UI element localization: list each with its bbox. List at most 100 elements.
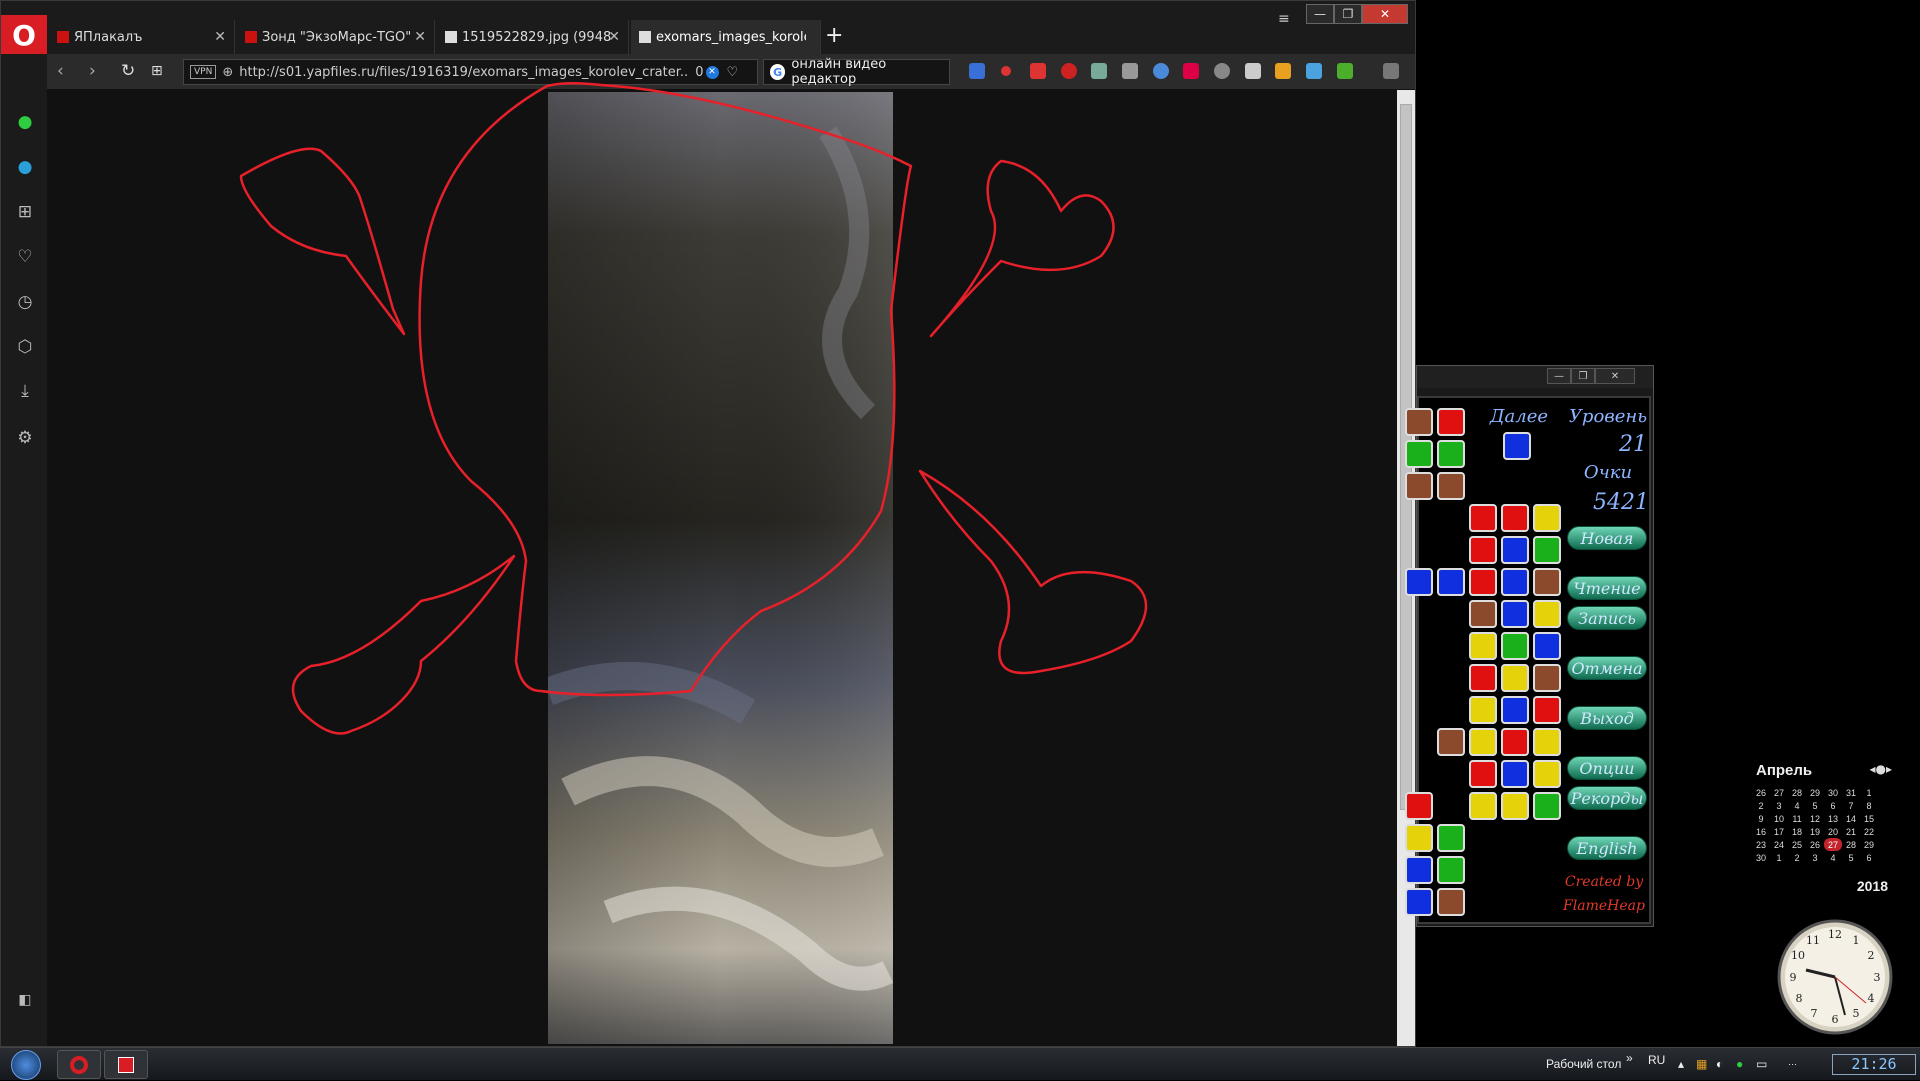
calendar-day[interactable]: 4 <box>1824 851 1842 864</box>
youtube-icon[interactable] <box>1030 63 1046 79</box>
calendar-day[interactable]: 26 <box>1752 786 1770 799</box>
search-field[interactable]: G онлайн видео редактор <box>763 57 950 87</box>
calendar-day[interactable]: 5 <box>1806 799 1824 812</box>
download-arrow-icon[interactable] <box>1122 63 1138 79</box>
telegram-icon[interactable]: ● <box>13 155 37 179</box>
calendar-day[interactable]: 31 <box>1842 786 1860 799</box>
heart-icon[interactable]: ♡ <box>727 65 739 80</box>
tray-whatsapp-icon[interactable]: ● <box>1736 1057 1743 1071</box>
tab-close-icon[interactable]: ✕ <box>414 29 426 45</box>
new-game-button[interactable]: Новая <box>1567 526 1647 550</box>
load-button[interactable]: Чтение <box>1567 576 1647 600</box>
calendar-day[interactable]: 28 <box>1788 786 1806 799</box>
english-button[interactable]: English <box>1567 836 1647 860</box>
calendar-day[interactable]: 18 <box>1788 825 1806 838</box>
tray-display-icon[interactable]: ▭ <box>1756 1057 1767 1071</box>
calendar-day[interactable]: 28 <box>1842 838 1860 851</box>
start-button[interactable] <box>6 1048 46 1081</box>
tab-exomars-images[interactable]: exomars_images_korolev_ <box>631 20 821 54</box>
calendar-day[interactable]: 8 <box>1860 799 1878 812</box>
tray-up-arrow-icon[interactable]: ▴ <box>1678 1057 1684 1071</box>
calendar-day[interactable]: 30 <box>1752 851 1770 864</box>
calendar-day[interactable]: 3 <box>1806 851 1824 864</box>
calendar-day[interactable]: 26 <box>1806 838 1824 851</box>
tray-network-icon[interactable]: ▦ <box>1696 1057 1707 1071</box>
translate-icon[interactable] <box>969 63 985 79</box>
tray-date-icon[interactable]: ⋯ <box>1788 1059 1797 1070</box>
forward-icon[interactable]: › <box>89 61 96 81</box>
calendar-day[interactable]: 21 <box>1842 825 1860 838</box>
calendar-day[interactable]: 24 <box>1770 838 1788 851</box>
pinwheel-icon[interactable] <box>1183 63 1199 79</box>
taskbar-clock[interactable]: 21:26 <box>1832 1054 1916 1075</box>
calendar-day[interactable]: 10 <box>1770 812 1788 825</box>
calendar-day[interactable]: 13 <box>1824 812 1842 825</box>
calendar-day[interactable]: 27 <box>1824 838 1842 851</box>
tab-close-icon[interactable]: ✕ <box>214 29 226 45</box>
calendar-day[interactable]: 7 <box>1842 799 1860 812</box>
calendar-day[interactable]: 19 <box>1806 825 1824 838</box>
calendar-day[interactable]: 1 <box>1770 851 1788 864</box>
settings-gear-icon[interactable]: ⚙ <box>13 426 37 450</box>
speed-dial-icon[interactable]: ⊞ <box>151 63 163 79</box>
calendar-day[interactable]: 22 <box>1860 825 1878 838</box>
new-tab-button[interactable]: + <box>825 23 843 48</box>
extensions-cube-icon[interactable]: ⬡ <box>13 335 37 359</box>
calendar-day[interactable]: 1 <box>1860 786 1878 799</box>
desktop-toolbar-label[interactable]: Рабочий стол <box>1546 1057 1621 1071</box>
calendar-day[interactable]: 20 <box>1824 825 1842 838</box>
flag-icon[interactable] <box>1275 63 1291 79</box>
green-download-icon[interactable] <box>1337 63 1353 79</box>
maximize-button[interactable]: ❐ <box>1334 4 1362 24</box>
calendar-day[interactable]: 6 <box>1860 851 1878 864</box>
screenshot-icon[interactable] <box>1091 63 1107 79</box>
tab-close-icon[interactable]: ✕ <box>608 29 620 45</box>
calendar-nav-icon[interactable]: ◂●▸ <box>1869 762 1892 776</box>
calendar-day[interactable]: 5 <box>1842 851 1860 864</box>
globe-ext-icon[interactable] <box>1214 63 1230 79</box>
minimize-button[interactable]: — <box>1306 4 1334 24</box>
taskbar-opera[interactable] <box>57 1050 101 1079</box>
adblock-plus-icon[interactable] <box>1061 63 1077 79</box>
taskbar-game[interactable] <box>104 1050 148 1079</box>
downloads-sidebar-icon[interactable]: ⤓ <box>13 379 37 403</box>
tray-speaker-icon[interactable]: ◐ <box>1716 1057 1723 1071</box>
calendar-day[interactable]: 11 <box>1788 812 1806 825</box>
record-icon[interactable] <box>1001 66 1011 76</box>
url-field[interactable]: VPN ⊕ http://s01.yapfiles.ru/files/19163… <box>183 59 758 85</box>
records-button[interactable]: Рекорды <box>1567 786 1647 810</box>
tab-yaplakal[interactable]: ЯПлакалъ ✕ <box>49 20 235 54</box>
adblock-icon[interactable]: ✕ <box>705 65 719 79</box>
eye-icon[interactable] <box>1153 63 1169 79</box>
downloads-icon[interactable] <box>1383 63 1399 79</box>
calendar-day[interactable]: 14 <box>1842 812 1860 825</box>
calendar-day[interactable]: 16 <box>1752 825 1770 838</box>
tab-jpg[interactable]: 1519522829.jpg (9948×24 ✕ <box>437 20 629 54</box>
edit-icon[interactable] <box>1245 63 1261 79</box>
tab-exomars-tgo[interactable]: Зонд "ЭкзоМарс-TGO" по ✕ <box>237 20 435 54</box>
vpn-badge[interactable]: VPN <box>190 65 217 79</box>
history-clock-icon[interactable]: ◷ <box>13 290 37 314</box>
calendar-day[interactable]: 9 <box>1752 812 1770 825</box>
calendar-day[interactable]: 6 <box>1824 799 1842 812</box>
calendar-day[interactable]: 4 <box>1788 799 1806 812</box>
options-button[interactable]: Опции <box>1567 756 1647 780</box>
close-button[interactable]: ✕ <box>1362 4 1408 24</box>
game-maximize-button[interactable]: ❐ <box>1571 368 1595 384</box>
calendar-day[interactable]: 29 <box>1806 786 1824 799</box>
sidebar-toggle-icon[interactable]: ◧ <box>13 988 37 1012</box>
calendar-day[interactable]: 23 <box>1752 838 1770 851</box>
back-icon[interactable]: ‹ <box>57 61 64 81</box>
calendar-day[interactable]: 12 <box>1806 812 1824 825</box>
speed-dial-sidebar-icon[interactable]: ⊞ <box>13 200 37 224</box>
calendar-day[interactable]: 25 <box>1788 838 1806 851</box>
calendar-day[interactable]: 15 <box>1860 812 1878 825</box>
save-button[interactable]: Запись <box>1567 606 1647 630</box>
calendar-day[interactable]: 3 <box>1770 799 1788 812</box>
bookmarks-heart-icon[interactable]: ♡ <box>13 245 37 269</box>
opera-menu-button[interactable]: O <box>1 15 47 55</box>
calendar-day[interactable]: 27 <box>1770 786 1788 799</box>
exit-button[interactable]: Выход <box>1567 706 1647 730</box>
language-indicator[interactable]: RU <box>1648 1053 1665 1067</box>
off-toggle-icon[interactable] <box>1306 63 1322 79</box>
